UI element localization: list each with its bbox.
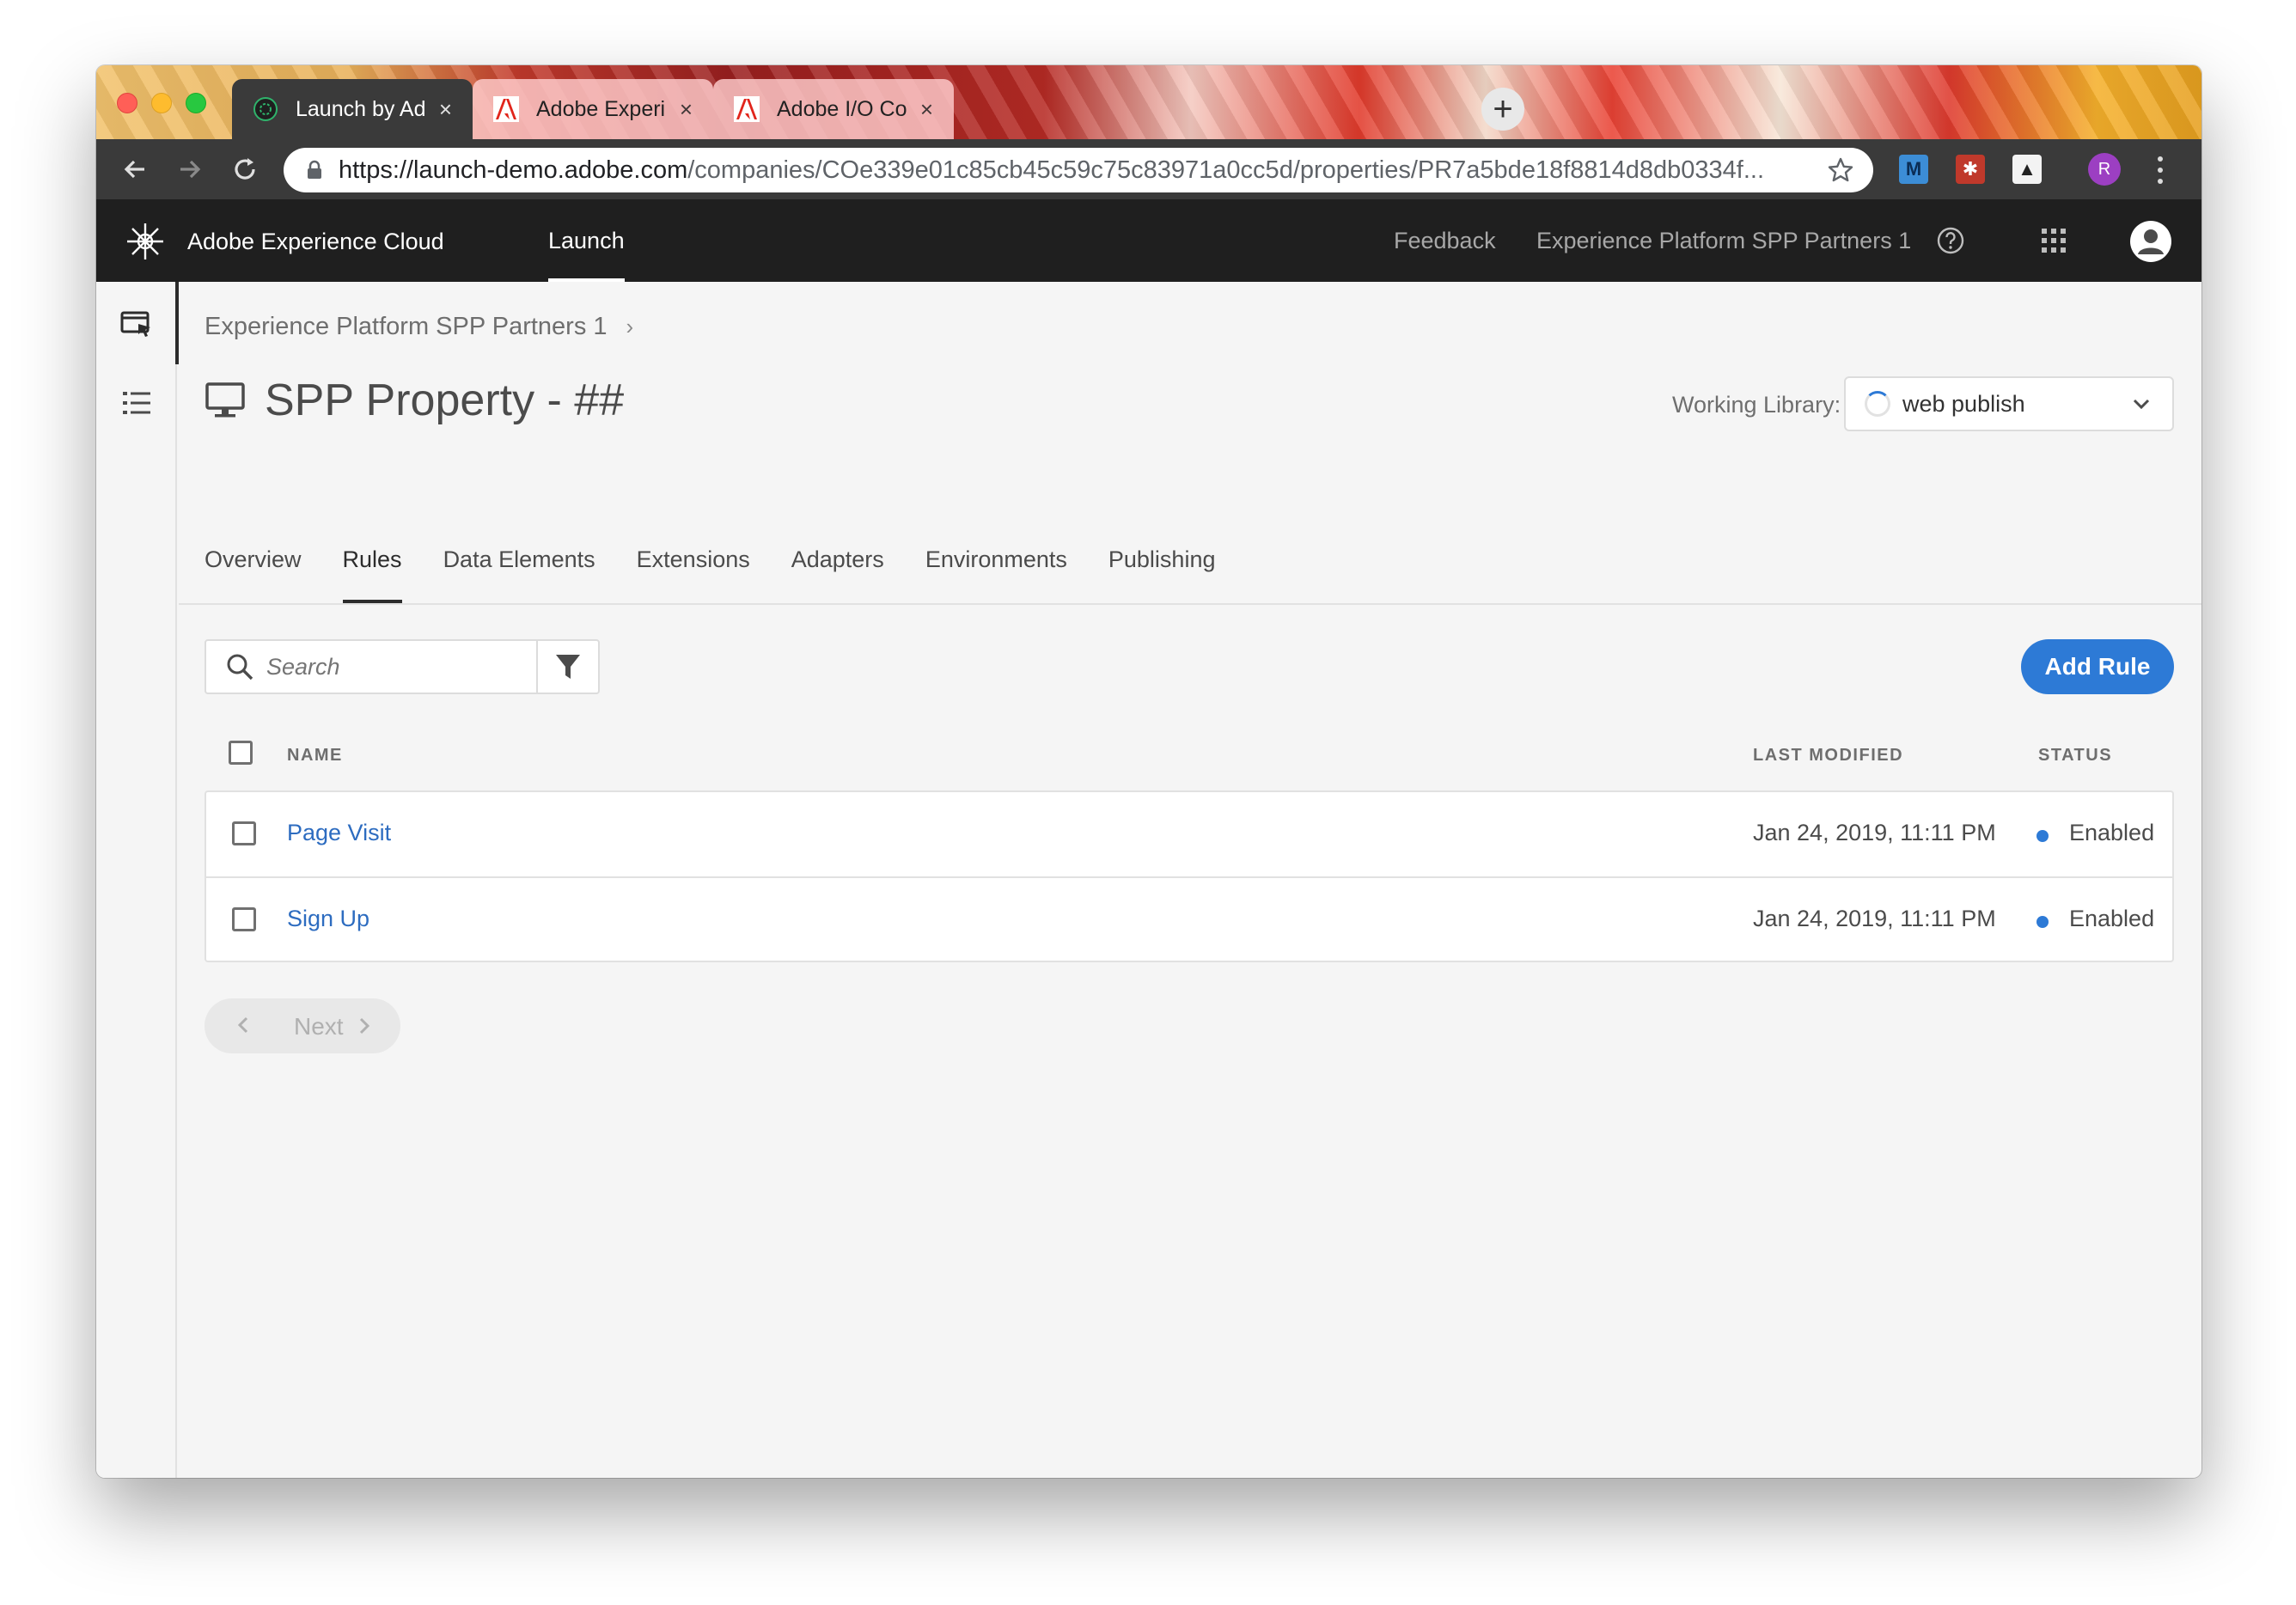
last-modified: Jan 24, 2019, 11:11 PM (1753, 820, 1996, 845)
row-checkbox[interactable] (232, 907, 256, 931)
extension-m-icon[interactable]: M (1899, 155, 1928, 184)
app-switcher-icon[interactable] (2038, 225, 2069, 256)
loading-spinner-icon (1865, 391, 1890, 417)
chevron-right-icon: › (626, 314, 634, 339)
tab-title: Launch by Adobe - Rules (296, 96, 425, 121)
brand-name: Adobe Experience Cloud (187, 228, 444, 254)
extension-red-icon[interactable]: ✱ (1956, 155, 1985, 184)
tab-close-icon[interactable]: × (439, 96, 452, 123)
chevron-down-icon (2128, 390, 2155, 418)
browser-tab-launch-rules[interactable]: Launch by Adobe - Rules × (232, 79, 473, 139)
rules-table: Page Visit Jan 24, 2019, 11:11 PM Enable… (205, 790, 2174, 962)
help-icon[interactable] (1935, 225, 1966, 256)
search-icon (225, 652, 254, 681)
reload-icon[interactable] (227, 151, 263, 187)
tab-adapters[interactable]: Adapters (791, 540, 884, 603)
rule-name-link[interactable]: Sign Up (287, 906, 369, 932)
minimize-window-button[interactable] (151, 93, 172, 113)
next-button[interactable]: Next (294, 1013, 344, 1041)
status-dot-icon (2036, 916, 2049, 928)
last-modified: Jan 24, 2019, 11:11 PM (1753, 906, 1996, 931)
tab-title: Adobe I/O Console (777, 96, 907, 121)
tab-overview[interactable]: Overview (205, 540, 302, 603)
add-rule-button[interactable]: Add Rule (2021, 639, 2174, 694)
status-text: Enabled (2069, 906, 2155, 931)
launch-favicon-icon (253, 96, 278, 122)
search-box (205, 639, 600, 694)
org-switcher[interactable]: Experience Platform SPP Partners 1 (1536, 199, 1911, 282)
tab-extensions[interactable]: Extensions (637, 540, 750, 603)
filter-icon[interactable] (536, 641, 598, 693)
app-header: Adobe Experience Cloud Launch Feedback E… (96, 199, 2201, 282)
monitor-icon (205, 382, 245, 418)
adobe-favicon-icon (493, 96, 519, 122)
column-name[interactable]: NAME (287, 746, 343, 766)
profile-avatar[interactable]: R (2088, 153, 2121, 186)
chevron-right-icon[interactable] (352, 1014, 376, 1038)
feedback-link[interactable]: Feedback (1394, 199, 1496, 282)
chevron-left-icon[interactable] (230, 1012, 256, 1038)
close-window-button[interactable] (117, 93, 137, 113)
main-content: Experience Platform SPP Partners 1 › SPP… (179, 282, 2201, 1478)
table-row: Sign Up Jan 24, 2019, 11:11 PM Enabled (206, 876, 2172, 961)
experience-cloud-logo-icon (127, 223, 163, 259)
working-library-select[interactable]: web publish (1844, 376, 2174, 431)
browser-tab-experience-platform[interactable]: Adobe Experience Platform × (473, 79, 713, 139)
properties-icon[interactable] (119, 306, 155, 342)
nav-launch[interactable]: Launch (548, 199, 625, 282)
new-tab-button[interactable]: + (1481, 88, 1524, 131)
tab-close-icon[interactable]: × (920, 96, 933, 123)
tabs-divider (179, 603, 2201, 605)
status-dot-icon (2036, 830, 2049, 842)
left-rail (96, 282, 179, 1478)
status-text: Enabled (2069, 820, 2155, 845)
table-header: NAME LAST MODIFIED STATUS (205, 727, 2174, 778)
tab-publishing[interactable]: Publishing (1108, 540, 1216, 603)
tab-rules[interactable]: Rules (342, 540, 402, 603)
select-all-checkbox[interactable] (229, 741, 253, 765)
breadcrumb-company[interactable]: Experience Platform SPP Partners 1 (205, 313, 608, 341)
adobe-favicon-icon (734, 96, 760, 122)
property-tabs: Overview Rules Data Elements Extensions … (205, 540, 1256, 603)
brand[interactable]: Adobe Experience Cloud (124, 220, 444, 263)
pagination: Next (205, 998, 400, 1053)
rule-name-link[interactable]: Page Visit (287, 820, 391, 846)
column-status[interactable]: STATUS (2038, 746, 2112, 766)
tab-title: Adobe Experience Platform (536, 96, 666, 121)
working-library-value: web publish (1902, 390, 2025, 417)
tab-close-icon[interactable]: × (680, 96, 693, 123)
working-library-label: Working Library: (1672, 392, 1841, 418)
back-arrow-icon[interactable] (117, 151, 153, 187)
property-name: SPP Property - ## (265, 375, 625, 425)
browser-tab-io-console[interactable]: Adobe I/O Console × (713, 79, 954, 139)
user-avatar-icon[interactable] (2129, 220, 2172, 263)
row-checkbox[interactable] (232, 821, 256, 845)
forward-arrow-icon[interactable] (172, 151, 208, 187)
table-row: Page Visit Jan 24, 2019, 11:11 PM Enable… (206, 792, 2172, 876)
tab-environments[interactable]: Environments (925, 540, 1067, 603)
list-icon[interactable] (119, 385, 155, 421)
extension-triangle-icon[interactable]: ▲ (2012, 155, 2042, 184)
bookmark-star-icon[interactable] (1827, 156, 1854, 184)
url-text: https://launch-demo.adobe.com/companies/… (339, 156, 1765, 184)
search-input[interactable] (266, 653, 524, 680)
lock-icon (304, 160, 325, 180)
address-bar[interactable]: https://launch-demo.adobe.com/companies/… (284, 148, 1873, 192)
browser-menu-icon[interactable] (2153, 153, 2167, 187)
page-title: SPP Property - ## (205, 375, 624, 426)
browser-window: Launch by Adobe - Rules × Adobe Experien… (96, 65, 2201, 1478)
tab-data-elements[interactable]: Data Elements (443, 540, 595, 603)
browser-toolbar: https://launch-demo.adobe.com/companies/… (96, 139, 2201, 199)
zoom-window-button[interactable] (186, 93, 206, 113)
breadcrumb: Experience Platform SPP Partners 1 › (205, 313, 633, 341)
column-last-modified[interactable]: LAST MODIFIED (1753, 746, 1903, 766)
